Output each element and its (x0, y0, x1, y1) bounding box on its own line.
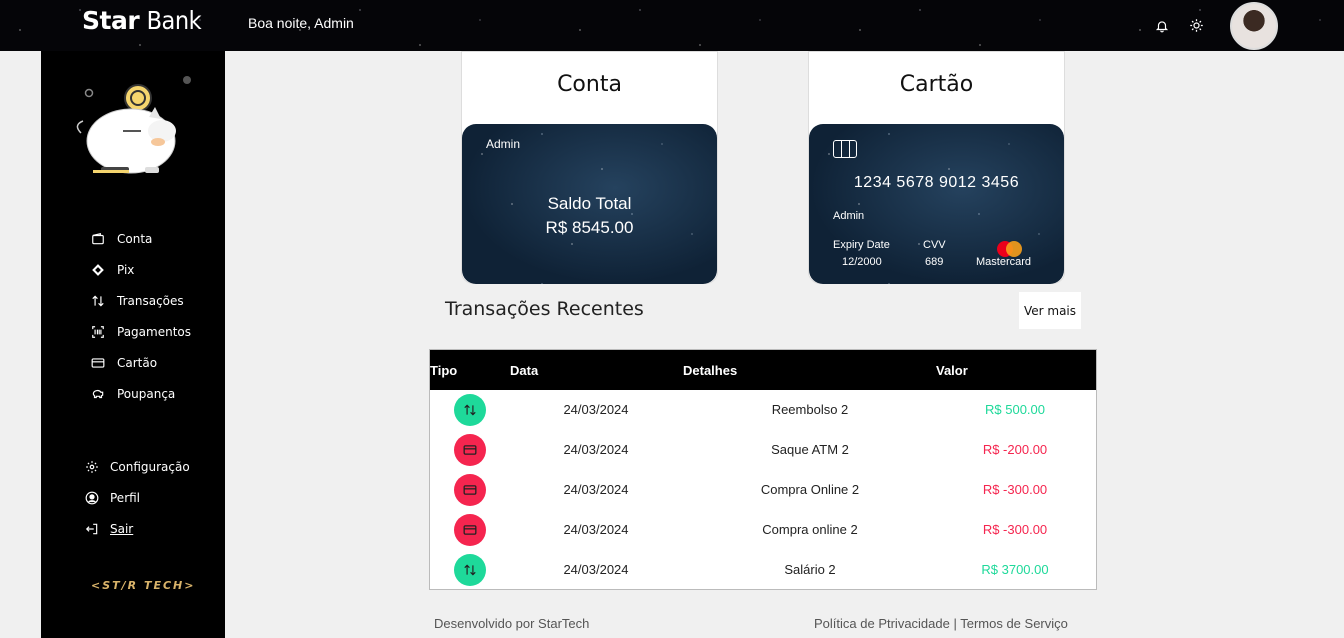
sidebar-item-cartao[interactable]: Cartão (91, 347, 191, 378)
sidebar-item-configuracao[interactable]: Configuração (85, 451, 190, 482)
bell-icon[interactable] (1154, 18, 1170, 34)
piggy-bank-illustration (69, 73, 193, 183)
row-date: 24/03/2024 (563, 442, 629, 457)
row-date: 24/03/2024 (563, 562, 629, 577)
sidebar-item-label: Configuração (110, 459, 190, 474)
card-icon (454, 474, 486, 506)
greeting-text: Boa noite, Admin (248, 15, 354, 31)
account-holder: Admin (486, 137, 521, 151)
balance-value: R$ 8545.00 (545, 218, 634, 237)
sidebar-item-label: Perfil (110, 490, 141, 505)
main-nav: Conta Pix Transações Pagamentos Cartão P… (91, 223, 191, 409)
card-brand: Mastercard (976, 256, 1032, 268)
table-row[interactable]: 24/03/2024 Compra online 2 R$ -300.00 (430, 510, 1096, 550)
footer-links[interactable]: Política de Ptrivacidade | Termos de Ser… (814, 616, 1068, 631)
top-bar: Star Bank Boa noite, Admin (0, 0, 1344, 51)
sidebar-item-label: Poupança (117, 386, 176, 401)
table-row[interactable]: 24/03/2024 Salário 2 R$ 3700.00 (430, 550, 1096, 590)
column-header-valor: Valor (936, 363, 968, 378)
cvv-value: 689 (925, 256, 944, 268)
row-value: R$ -300.00 (982, 522, 1048, 537)
sidebar-item-label: Transações (117, 293, 184, 308)
row-date: 24/03/2024 (563, 482, 629, 497)
sidebar-item-label: Pix (117, 262, 135, 277)
table-row[interactable]: 24/03/2024 Saque ATM 2 R$ -200.00 (430, 430, 1096, 470)
avatar[interactable] (1230, 1, 1278, 50)
credit-card-icon (91, 356, 105, 370)
row-date: 24/03/2024 (563, 402, 629, 417)
row-value: R$ -300.00 (982, 482, 1048, 497)
balance-card[interactable]: Admin Saldo Total R$ 8545.00 (462, 124, 717, 284)
sidebar-item-sair[interactable]: Sair (85, 513, 190, 544)
top-actions (1154, 0, 1278, 51)
sidebar-item-label: Pagamentos (117, 324, 191, 339)
startech-logo: <ST∕R TECH> (91, 579, 196, 592)
column-header-data: Data (510, 363, 539, 378)
row-value: R$ 3700.00 (981, 562, 1049, 577)
see-more-button[interactable]: Ver mais (1019, 292, 1081, 329)
table-row[interactable]: 24/03/2024 Reembolso 2 R$ 500.00 (430, 390, 1096, 430)
user-circle-icon (85, 491, 99, 505)
piggy-bank-icon (91, 387, 105, 401)
column-header-tipo: Tipo (430, 363, 458, 378)
account-panel-title: Conta (557, 72, 622, 97)
transactions-table: Tipo Data Detalhes Valor 24/03/2024 Reem… (429, 349, 1097, 590)
settings-nav: Configuração Perfil Sair (85, 451, 190, 544)
sidebar-item-poupanca[interactable]: Poupança (91, 378, 191, 409)
card-panel: Cartão 1234 5678 9012 3456 Admin Expiry … (808, 51, 1065, 284)
arrows-updown-icon (91, 294, 105, 308)
row-value: R$ -200.00 (982, 442, 1048, 457)
row-details: Compra Online 2 (760, 482, 860, 497)
sidebar-item-label: Sair (110, 521, 134, 536)
row-date: 24/03/2024 (563, 522, 629, 537)
sidebar: Conta Pix Transações Pagamentos Cartão P… (41, 51, 225, 638)
sidebar-item-transacoes[interactable]: Transações (91, 285, 191, 316)
row-details: Reembolso 2 (771, 402, 849, 417)
transfer-arrows-icon (454, 394, 486, 426)
card-icon (454, 434, 486, 466)
sidebar-item-conta[interactable]: Conta (91, 223, 191, 254)
sidebar-item-pix[interactable]: Pix (91, 254, 191, 285)
brand-light: Bank (146, 6, 202, 35)
account-panel: Conta Admin Saldo Total R$ 8545.00 (461, 51, 718, 284)
card-holder: Admin (833, 210, 865, 222)
expiry-value: 12/2000 (842, 256, 882, 268)
expiry-label: Expiry Date (833, 239, 890, 251)
sidebar-item-label: Cartão (117, 355, 158, 370)
footer-credit: Desenvolvido por StarTech (434, 616, 590, 631)
sidebar-item-label: Conta (117, 231, 153, 246)
brand-logo[interactable]: Star Bank (82, 6, 202, 35)
card-panel-title: Cartão (899, 72, 974, 97)
table-row[interactable]: 24/03/2024 Compra Online 2 R$ -300.00 (430, 470, 1096, 510)
row-details: Saque ATM 2 (771, 442, 849, 457)
column-header-detalhes: Detalhes (683, 363, 738, 378)
credit-card[interactable]: 1234 5678 9012 3456 Admin Expiry Date 12… (809, 124, 1064, 284)
mastercard-logo-icon (997, 241, 1023, 257)
sidebar-item-pagamentos[interactable]: Pagamentos (91, 316, 191, 347)
card-chip-icon (833, 140, 857, 158)
gear-icon (85, 460, 99, 474)
transactions-title: Transações Recentes (445, 298, 644, 320)
barcode-scan-icon (91, 325, 105, 339)
row-details: Salário 2 (784, 562, 836, 577)
card-number: 1234 5678 9012 3456 (853, 174, 1020, 191)
sidebar-item-perfil[interactable]: Perfil (85, 482, 190, 513)
wallet-icon (91, 232, 105, 246)
brand-bold: Star (82, 6, 140, 35)
cvv-label: CVV (923, 239, 946, 251)
balance-label: Saldo Total (547, 194, 632, 213)
table-header: Tipo Data Detalhes Valor (430, 350, 1096, 390)
logout-icon (85, 522, 99, 536)
row-value: R$ 500.00 (985, 402, 1045, 417)
pix-icon (91, 263, 105, 277)
transfer-arrows-icon (454, 554, 486, 586)
card-icon (454, 514, 486, 546)
row-details: Compra online 2 (762, 522, 858, 537)
sun-theme-icon[interactable] (1188, 18, 1204, 34)
